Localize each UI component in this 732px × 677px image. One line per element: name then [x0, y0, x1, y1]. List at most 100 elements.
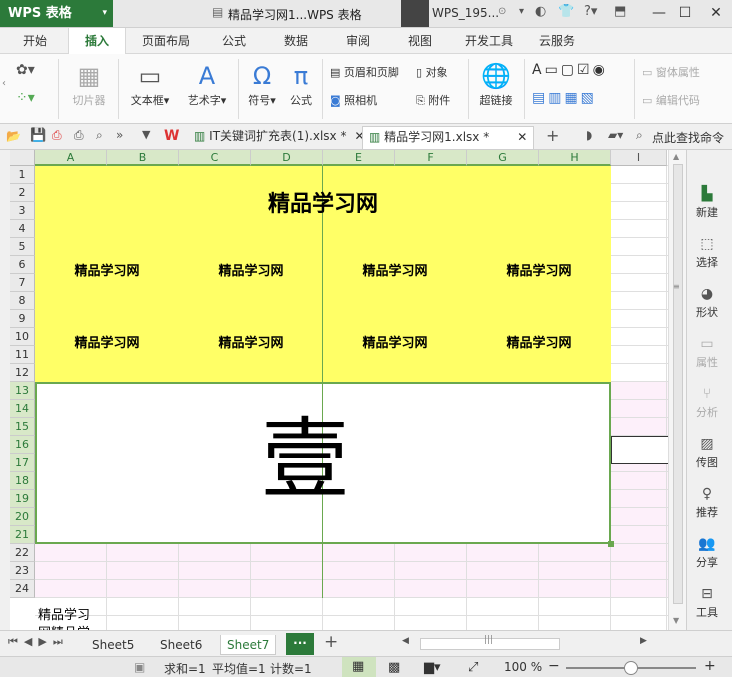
sheet-tab-6[interactable]: Sheet6 [160, 635, 202, 655]
feedback-icon[interactable]: ◐ [535, 4, 546, 19]
maximize-button[interactable]: ☐ [674, 3, 696, 23]
more-icon[interactable]: » [116, 128, 123, 142]
lock-icon[interactable]: ▰▾ [608, 128, 623, 142]
reading-mode-icon[interactable]: ▆▾ [424, 660, 441, 675]
row-header-16[interactable]: 16 [10, 436, 35, 454]
attachment-button[interactable]: ⎘ 附件 [416, 92, 450, 108]
chart-icon[interactable]: ⁘▾ [16, 90, 35, 106]
wordart-button[interactable]: A 艺术字▾ [180, 60, 234, 108]
cell-label[interactable]: 精品学习网 [323, 260, 467, 279]
save-icon[interactable]: 💾 [30, 128, 46, 143]
side-analysis[interactable]: ⑂ 分析 [687, 386, 727, 420]
cell-label[interactable]: 精品学习网 [179, 260, 323, 279]
page-break-view-icon[interactable]: ▩ [388, 660, 400, 675]
help-icon[interactable]: ?▾ [584, 4, 597, 19]
share-icon[interactable]: ◗ [586, 128, 592, 142]
side-share[interactable]: 👥 分享 [687, 536, 727, 570]
scroll-left-icon[interactable]: ◀ [402, 636, 409, 646]
cell-label[interactable]: 精品学习网 [323, 332, 467, 351]
scroll-thumb[interactable] [673, 164, 683, 604]
row-header-10[interactable]: 10 [10, 328, 35, 346]
close-icon[interactable]: ✕ [517, 130, 527, 144]
tab-home[interactable]: 开始 [12, 28, 58, 54]
row-header-19[interactable]: 19 [10, 490, 35, 508]
sheet-title[interactable]: 精品学习网 [35, 186, 611, 218]
row-header-8[interactable]: 8 [10, 292, 35, 310]
row-header-4[interactable]: 4 [10, 220, 35, 238]
scroll-down-icon[interactable]: ▼ [673, 616, 679, 625]
user-name[interactable]: WPS_195... [432, 6, 499, 20]
tab-review[interactable]: 审阅 [336, 28, 380, 54]
tab-formulas[interactable]: 公式 [212, 28, 256, 54]
row-header-20[interactable]: 20 [10, 508, 35, 526]
row-header-1[interactable]: 1 [10, 166, 35, 184]
column-header-c[interactable]: C [179, 150, 251, 166]
more-sheets-button[interactable]: ··· [286, 633, 314, 655]
tab-insert[interactable]: 插入 [68, 28, 126, 55]
doc-tab-1[interactable]: ▥ IT关键词扩充表(1).xlsx * ✕ [188, 126, 371, 149]
side-new[interactable]: ▙ 新建 [687, 186, 727, 220]
row-header-14[interactable]: 14 [10, 400, 35, 418]
row-header-17[interactable]: 17 [10, 454, 35, 472]
row-header-9[interactable]: 9 [10, 310, 35, 328]
new-tab-icon[interactable]: + [546, 126, 559, 145]
close-button[interactable]: ✕ [705, 3, 727, 23]
tab-developer[interactable]: 开发工具 [460, 28, 518, 54]
cell-label[interactable]: 精品学习网 [35, 260, 179, 279]
chevron-down-icon[interactable]: ▼ [142, 128, 150, 141]
normal-view-button[interactable]: ▦ [342, 657, 376, 677]
column-header-e[interactable]: E [323, 150, 395, 166]
chevron-left-icon[interactable]: ‹ [2, 78, 6, 89]
hyperlink-button[interactable]: 🌐 超链接 [474, 60, 518, 108]
command-search[interactable]: 点此查找命令 [652, 129, 724, 146]
formula-button[interactable]: π 公式 [284, 60, 318, 108]
bordered-cell[interactable] [611, 436, 668, 464]
row-header-11[interactable]: 11 [10, 346, 35, 364]
chevron-down-icon[interactable]: ▾ [519, 6, 524, 17]
sheet-nav-icons[interactable]: ⏮◀▶⏭ [8, 635, 69, 649]
scroll-right-icon[interactable]: ▶ [640, 636, 647, 646]
row-header-15[interactable]: 15 [10, 418, 35, 436]
row-header-18[interactable]: 18 [10, 472, 35, 490]
slicer-button[interactable]: ▦ 切片器 [64, 60, 114, 108]
object-button[interactable]: ▯ 对象 [416, 64, 448, 80]
spreadsheet-grid[interactable]: 精品学习网 精品学习网 精品学习网 精品学习网 精品学习网 精品学习网 精品学习网 精品学习网… [10, 150, 668, 630]
edit-code-button[interactable]: ▭ 编辑代码 [642, 92, 700, 108]
column-header-f[interactable]: F [395, 150, 467, 166]
sheet-tab-7[interactable]: Sheet7 [220, 635, 277, 655]
form-controls-row1[interactable]: A▭▢☑◉ [532, 62, 608, 78]
side-properties[interactable]: ▭ 属性 [687, 336, 727, 370]
zoom-out-icon[interactable]: − [548, 658, 560, 674]
tab-data[interactable]: 数据 [274, 28, 318, 54]
row-header-22[interactable]: 22 [10, 544, 35, 562]
overflow-text[interactable]: 精品学习 [38, 604, 90, 623]
tab-cloud[interactable]: 云服务 [534, 28, 580, 54]
side-recommend[interactable]: ♀ 推荐 [687, 486, 727, 520]
sheet-tab-5[interactable]: Sheet5 [92, 635, 134, 655]
print-icon[interactable]: ⎙ [74, 128, 84, 143]
doc-tab-2[interactable]: ▥ 精品学习网1.xlsx * ✕ [362, 126, 535, 149]
macro-icon[interactable]: ▣ [134, 660, 145, 674]
textbox-button[interactable]: ▭ 文本框▾ [124, 60, 176, 108]
shape-star-icon[interactable]: ✿▾ [16, 62, 35, 78]
cell-label[interactable]: 精品学习网 [179, 332, 323, 351]
camera-button[interactable]: ◙ 照相机 [330, 92, 377, 108]
row-header-3[interactable]: 3 [10, 202, 35, 220]
restore-panel-icon[interactable]: ⬒ [614, 4, 626, 19]
row-header-24[interactable]: 24 [10, 580, 35, 598]
side-select[interactable]: ⬚ 选择 [687, 236, 727, 270]
row-header-5[interactable]: 5 [10, 238, 35, 256]
row-header-7[interactable]: 7 [10, 274, 35, 292]
cell-label[interactable]: 精品学习网 [467, 260, 611, 279]
column-header-a[interactable]: A [35, 150, 107, 166]
zoom-in-icon[interactable]: + [704, 658, 716, 674]
fullscreen-icon[interactable]: ⤢ [468, 660, 478, 675]
minimize-button[interactable]: — [648, 3, 670, 23]
skin-icon[interactable]: 👕 [558, 4, 574, 19]
preview-icon[interactable]: ⌕ [96, 128, 103, 143]
big-character[interactable]: 壹 [215, 410, 395, 510]
row-header-2[interactable]: 2 [10, 184, 35, 202]
zoom-slider-thumb[interactable] [624, 661, 638, 675]
select-all-corner[interactable] [10, 150, 35, 166]
window-props-button[interactable]: ▭ 窗体属性 [642, 64, 700, 80]
